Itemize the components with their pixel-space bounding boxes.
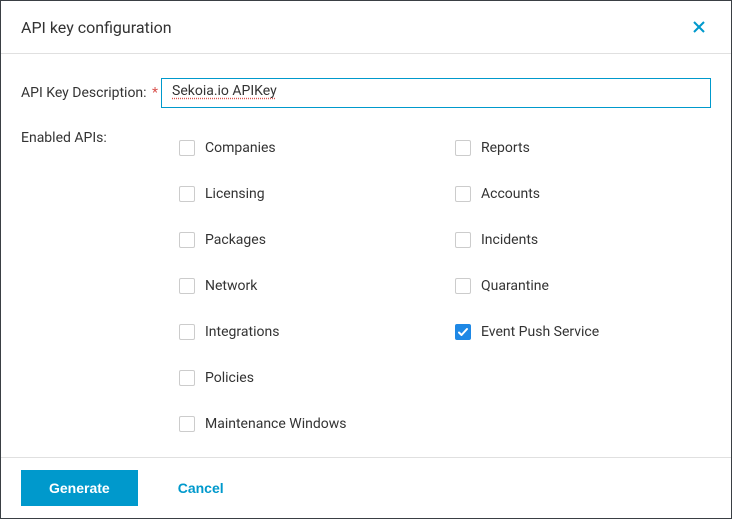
description-input-value: Sekoia.io APIKey: [172, 83, 277, 99]
checkbox-policies[interactable]: [179, 370, 195, 386]
checkbox-event-push-service[interactable]: [455, 324, 471, 340]
dialog-title: API key configuration: [21, 18, 172, 37]
dialog-footer: Generate Cancel: [1, 457, 731, 518]
checkbox-row-packages[interactable]: Packages: [179, 232, 435, 248]
checkbox-row-accounts[interactable]: Accounts: [455, 186, 711, 202]
checkbox-label-quarantine: Quarantine: [481, 278, 549, 294]
checkbox-quarantine[interactable]: [455, 278, 471, 294]
apis-columns: Companies Licensing Packages Network Integra…: [179, 140, 711, 432]
description-input[interactable]: Sekoia.io APIKey: [161, 78, 711, 108]
checkbox-label-reports: Reports: [481, 140, 530, 156]
checkbox-label-network: Network: [205, 278, 257, 294]
checkbox-row-incidents[interactable]: Incidents: [455, 232, 711, 248]
generate-button[interactable]: Generate: [21, 470, 138, 506]
api-column-left: Companies Licensing Packages Network Integra…: [179, 140, 435, 432]
description-row: API Key Description: * Sekoia.io APIKey: [21, 78, 711, 108]
checkbox-row-licensing[interactable]: Licensing: [179, 186, 435, 202]
checkbox-label-companies: Companies: [205, 140, 276, 156]
checkbox-row-companies[interactable]: Companies: [179, 140, 435, 156]
cancel-button[interactable]: Cancel: [178, 470, 224, 506]
checkbox-integrations[interactable]: [179, 324, 195, 340]
apis-grid: Companies Licensing Packages Network Integra…: [161, 128, 711, 432]
close-icon: [691, 19, 707, 35]
dialog-header: API key configuration: [1, 1, 731, 54]
checkbox-network[interactable]: [179, 278, 195, 294]
checkbox-label-maintenance-windows: Maintenance Windows: [205, 416, 346, 432]
checkbox-packages[interactable]: [179, 232, 195, 248]
enabled-apis-label: Enabled APIs:: [21, 128, 161, 146]
checkbox-row-quarantine[interactable]: Quarantine: [455, 278, 711, 294]
check-icon: [457, 326, 469, 338]
checkbox-row-policies[interactable]: Policies: [179, 370, 435, 386]
checkbox-row-event-push-service[interactable]: Event Push Service: [455, 324, 711, 340]
checkbox-row-network[interactable]: Network: [179, 278, 435, 294]
description-label: API Key Description: *: [21, 85, 161, 101]
api-column-right: Reports Accounts Incidents Quarantine Event …: [455, 140, 711, 432]
checkbox-label-packages: Packages: [205, 232, 266, 248]
checkbox-incidents[interactable]: [455, 232, 471, 248]
checkbox-row-integrations[interactable]: Integrations: [179, 324, 435, 340]
required-asterisk: *: [152, 85, 158, 101]
checkbox-maintenance-windows[interactable]: [179, 416, 195, 432]
close-button[interactable]: [687, 15, 711, 39]
checkbox-label-integrations: Integrations: [205, 324, 279, 340]
description-label-text: API Key Description:: [21, 85, 147, 101]
checkbox-row-maintenance-windows[interactable]: Maintenance Windows: [179, 416, 435, 432]
dialog-body: API Key Description: * Sekoia.io APIKey …: [1, 54, 731, 457]
checkbox-accounts[interactable]: [455, 186, 471, 202]
checkbox-licensing[interactable]: [179, 186, 195, 202]
checkbox-reports[interactable]: [455, 140, 471, 156]
checkbox-row-reports[interactable]: Reports: [455, 140, 711, 156]
checkbox-label-incidents: Incidents: [481, 232, 538, 248]
checkbox-label-event-push-service: Event Push Service: [481, 324, 599, 340]
checkbox-label-licensing: Licensing: [205, 186, 265, 202]
checkbox-label-accounts: Accounts: [481, 186, 540, 202]
checkbox-label-policies: Policies: [205, 370, 254, 386]
enabled-apis-row: Enabled APIs: Companies Licensing Packages…: [21, 128, 711, 432]
checkbox-companies[interactable]: [179, 140, 195, 156]
